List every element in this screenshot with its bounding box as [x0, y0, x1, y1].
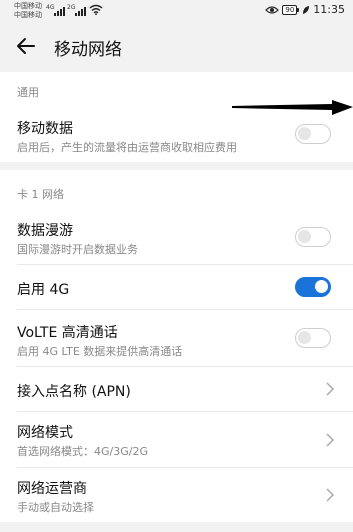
enable-4g-toggle[interactable] — [295, 277, 331, 297]
section-header-card1: 卡 1 网络 — [17, 188, 64, 201]
network-operator-subtitle: 手动或自动选择 — [17, 501, 94, 514]
network-mode-title: 网络模式 — [17, 425, 73, 441]
status-right: 90 11:35 — [265, 3, 345, 16]
carrier-sim2: 中国移动 — [14, 11, 42, 19]
chevron-right-icon — [326, 488, 335, 502]
data-roaming-title: 数据漫游 — [17, 223, 73, 239]
annotation-arrow-icon — [232, 100, 353, 115]
data-roaming-row[interactable]: 数据漫游 国际漫游时开启数据业务 — [0, 208, 353, 264]
eye-comfort-icon — [265, 5, 280, 14]
battery-icon: 90 — [282, 4, 300, 15]
sim2-signal-icon: 2G — [67, 4, 87, 16]
chevron-right-icon — [326, 433, 335, 447]
sim1-signal-icon: 4G — [46, 4, 66, 16]
data-roaming-toggle[interactable] — [295, 227, 331, 247]
status-bar: 中国移动 中国移动 4G 2G 90 11:35 — [0, 0, 353, 22]
volte-row[interactable]: VoLTE 高清通话 启用 4G LTE 数据来提供高清通话 — [0, 310, 353, 366]
enable-4g-row[interactable]: 启用 4G — [0, 265, 353, 309]
page-title: 移动网络 — [54, 40, 122, 60]
clock: 11:35 — [313, 3, 345, 16]
carrier-sim1: 中国移动 — [14, 2, 42, 10]
volte-toggle[interactable] — [295, 328, 331, 348]
chevron-right-icon — [326, 382, 335, 396]
network-mode-row[interactable]: 网络模式 首选网络模式：4G/3G/2G — [0, 412, 353, 468]
leaf-icon — [303, 5, 310, 14]
network-operator-row[interactable]: 网络运营商 手动或自动选择 — [0, 468, 353, 522]
title-bar: 移动网络 — [0, 22, 353, 70]
network-operator-title: 网络运营商 — [17, 481, 87, 497]
network-mode-subtitle: 首选网络模式：4G/3G/2G — [17, 445, 148, 458]
battery-level: 90 — [282, 4, 298, 15]
back-arrow-icon[interactable] — [14, 34, 38, 58]
section-header-general: 通用 — [17, 86, 39, 99]
mobile-data-subtitle: 启用后，产生的流量将由运营商收取相应费用 — [17, 141, 237, 154]
volte-title: VoLTE 高清通话 — [17, 325, 118, 341]
volte-subtitle: 启用 4G LTE 数据来提供高清通话 — [17, 345, 183, 358]
enable-4g-title: 启用 4G — [17, 282, 70, 298]
apn-row[interactable]: 接入点名称 (APN) — [0, 367, 353, 411]
data-roaming-subtitle: 国际漫游时开启数据业务 — [17, 243, 138, 256]
wifi-icon — [89, 4, 103, 15]
mobile-data-toggle[interactable] — [295, 124, 331, 144]
apn-title: 接入点名称 (APN) — [17, 384, 131, 400]
mobile-data-title: 移动数据 — [17, 121, 73, 137]
card1-network-section: 卡 1 网络 数据漫游 国际漫游时开启数据业务 启用 4G VoLTE 高清通话… — [0, 170, 353, 522]
